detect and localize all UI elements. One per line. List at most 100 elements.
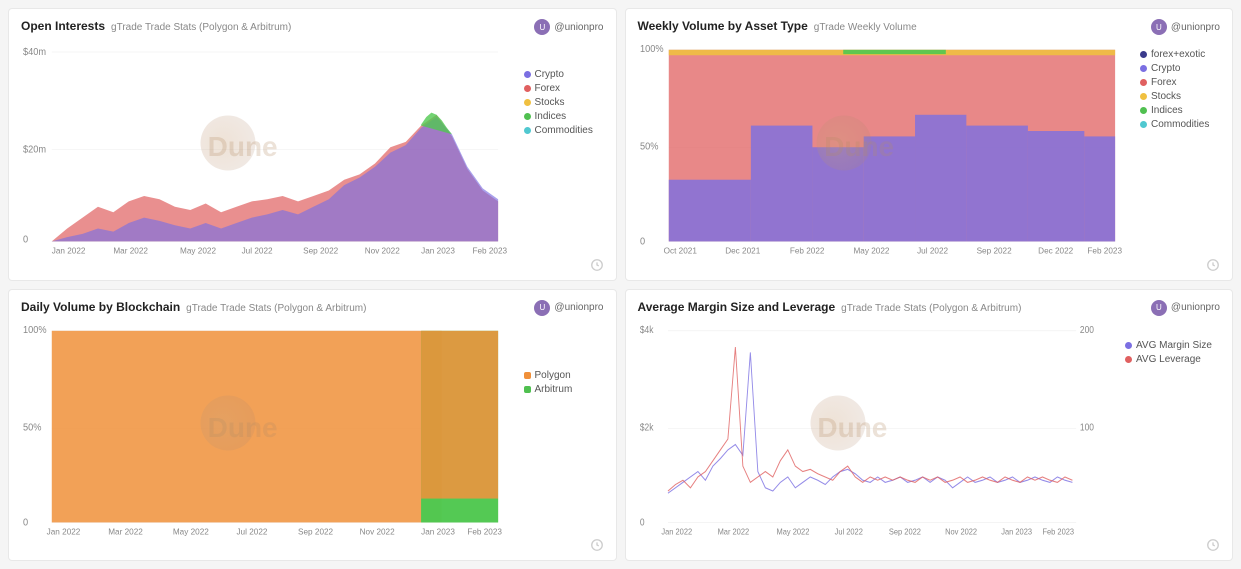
legend-commodities: Commodities [1140,119,1220,130]
author-avatar: U [1151,19,1167,35]
svg-text:Feb 2023: Feb 2023 [1087,245,1122,255]
legend-label: Arbitrum [535,384,573,395]
svg-text:0: 0 [23,517,28,528]
svg-text:Jan 2022: Jan 2022 [52,245,86,255]
svg-text:0: 0 [640,236,645,247]
legend-indices: Indices [524,111,604,122]
svg-text:Jan 2023: Jan 2023 [421,245,455,255]
clock-icon [590,258,604,272]
title-group: Open Interests gTrade Trade Stats (Polyg… [21,19,291,33]
svg-text:100%: 100% [640,44,664,55]
legend-avg-leverage: AVG Leverage [1125,354,1220,365]
svg-text:Jul 2022: Jul 2022 [236,526,267,536]
svg-text:Feb 2023: Feb 2023 [1042,526,1074,536]
chart-area: $4k $2k 0 200 100 Jan 2022 [638,320,1221,537]
legend-stocks: Stocks [524,97,604,108]
svg-text:$20m: $20m [23,144,46,155]
panel-footer [21,538,604,552]
chart-canvas: 100% 50% 0 [638,39,1131,256]
author-name: @unionpro [554,302,603,313]
svg-text:Dec 2022: Dec 2022 [1038,245,1073,255]
svg-text:Sep 2022: Sep 2022 [298,526,333,536]
legend-label: Polygon [535,370,571,381]
author-avatar: U [534,300,550,316]
author-avatar: U [1151,300,1167,316]
svg-text:May 2022: May 2022 [180,245,216,255]
author-avatar: U [534,19,550,35]
panel-subtitle: gTrade Trade Stats (Polygon & Arbitrum) [111,22,291,33]
panel-footer [638,258,1221,272]
clock-icon [1206,538,1220,552]
legend-label: Forex [1151,77,1177,88]
svg-text:Nov 2022: Nov 2022 [945,526,977,536]
svg-text:Nov 2022: Nov 2022 [360,526,395,536]
svg-text:Nov 2022: Nov 2022 [365,245,400,255]
panel-author: U @unionpro [1151,300,1220,316]
svg-text:Jul 2022: Jul 2022 [917,245,948,255]
svg-text:Mar 2022: Mar 2022 [717,526,749,536]
svg-text:Sep 2022: Sep 2022 [303,245,338,255]
panel-header: Weekly Volume by Asset Type gTrade Weekl… [638,19,1221,35]
chart-canvas: $4k $2k 0 200 100 Jan 2022 [638,320,1116,537]
panel-header: Average Margin Size and Leverage gTrade … [638,300,1221,316]
legend-label: Commodities [1151,119,1209,130]
legend-label: Forex [535,83,561,94]
svg-text:Jan 2023: Jan 2023 [1001,526,1032,536]
panel-open-interests: Open Interests gTrade Trade Stats (Polyg… [8,8,617,281]
title-group: Weekly Volume by Asset Type gTrade Weekl… [638,19,917,33]
svg-text:May 2022: May 2022 [853,245,889,255]
legend-label: AVG Leverage [1136,354,1201,365]
svg-text:0: 0 [23,234,28,245]
legend-label: Crypto [1151,63,1180,74]
svg-text:Jul 2022: Jul 2022 [834,526,863,536]
author-name: @unionpro [554,22,603,33]
author-name: @unionpro [1171,22,1220,33]
svg-text:200: 200 [1079,324,1093,335]
svg-text:Sep 2022: Sep 2022 [888,526,920,536]
svg-text:Mar 2022: Mar 2022 [113,245,148,255]
svg-text:Feb 2022: Feb 2022 [789,245,824,255]
panel-footer [21,258,604,272]
dashboard: Open Interests gTrade Trade Stats (Polyg… [0,0,1241,569]
svg-text:$40m: $40m [23,47,46,58]
svg-text:50%: 50% [23,422,42,433]
svg-text:50%: 50% [640,141,659,152]
legend-avg-margin: AVG Margin Size [1125,340,1220,351]
panel-subtitle: gTrade Weekly Volume [814,22,917,33]
panel-header: Daily Volume by Blockchain gTrade Trade … [21,300,604,316]
panel-subtitle: gTrade Trade Stats (Polygon & Arbitrum) [186,303,366,314]
legend: forex+exotic Crypto Forex Stocks Indices [1130,39,1220,256]
legend-commodities: Commodities [524,125,604,136]
author-name: @unionpro [1171,302,1220,313]
title-group: Average Margin Size and Leverage gTrade … [638,300,1022,314]
clock-icon [590,538,604,552]
title-group: Daily Volume by Blockchain gTrade Trade … [21,300,366,314]
panel-daily-volume-blockchain: Daily Volume by Blockchain gTrade Trade … [8,289,617,562]
legend-label: forex+exotic [1151,49,1205,60]
svg-text:0: 0 [639,517,644,528]
svg-text:$4k: $4k [639,324,653,335]
panel-title: Daily Volume by Blockchain [21,300,180,314]
svg-text:Dec 2021: Dec 2021 [725,245,760,255]
legend-forex: Forex [524,83,604,94]
chart-canvas: $40m $20m 0 Jan 2022 Mar 2022 [21,39,514,256]
svg-text:Feb 2023: Feb 2023 [467,526,502,536]
legend-stocks: Stocks [1140,91,1220,102]
chart-area: 100% 50% 0 Jan 2022 Mar 20 [21,320,604,537]
legend-label: Indices [535,111,567,122]
legend-crypto: Crypto [1140,63,1220,74]
svg-text:Oct 2021: Oct 2021 [663,245,697,255]
panel-weekly-volume: Weekly Volume by Asset Type gTrade Weekl… [625,8,1234,281]
svg-text:May 2022: May 2022 [173,526,209,536]
panel-title: Average Margin Size and Leverage [638,300,836,314]
svg-text:Jan 2022: Jan 2022 [47,526,81,536]
panel-author: U @unionpro [534,300,603,316]
svg-text:Jan 2023: Jan 2023 [421,526,455,536]
clock-icon [1206,258,1220,272]
chart-area: $40m $20m 0 Jan 2022 Mar 2022 [21,39,604,256]
svg-text:Feb 2023: Feb 2023 [472,245,507,255]
panel-author: U @unionpro [1151,19,1220,35]
legend-label: Crypto [535,69,564,80]
legend-arbitrum: Arbitrum [524,384,604,395]
panel-subtitle: gTrade Trade Stats (Polygon & Arbitrum) [841,303,1021,314]
